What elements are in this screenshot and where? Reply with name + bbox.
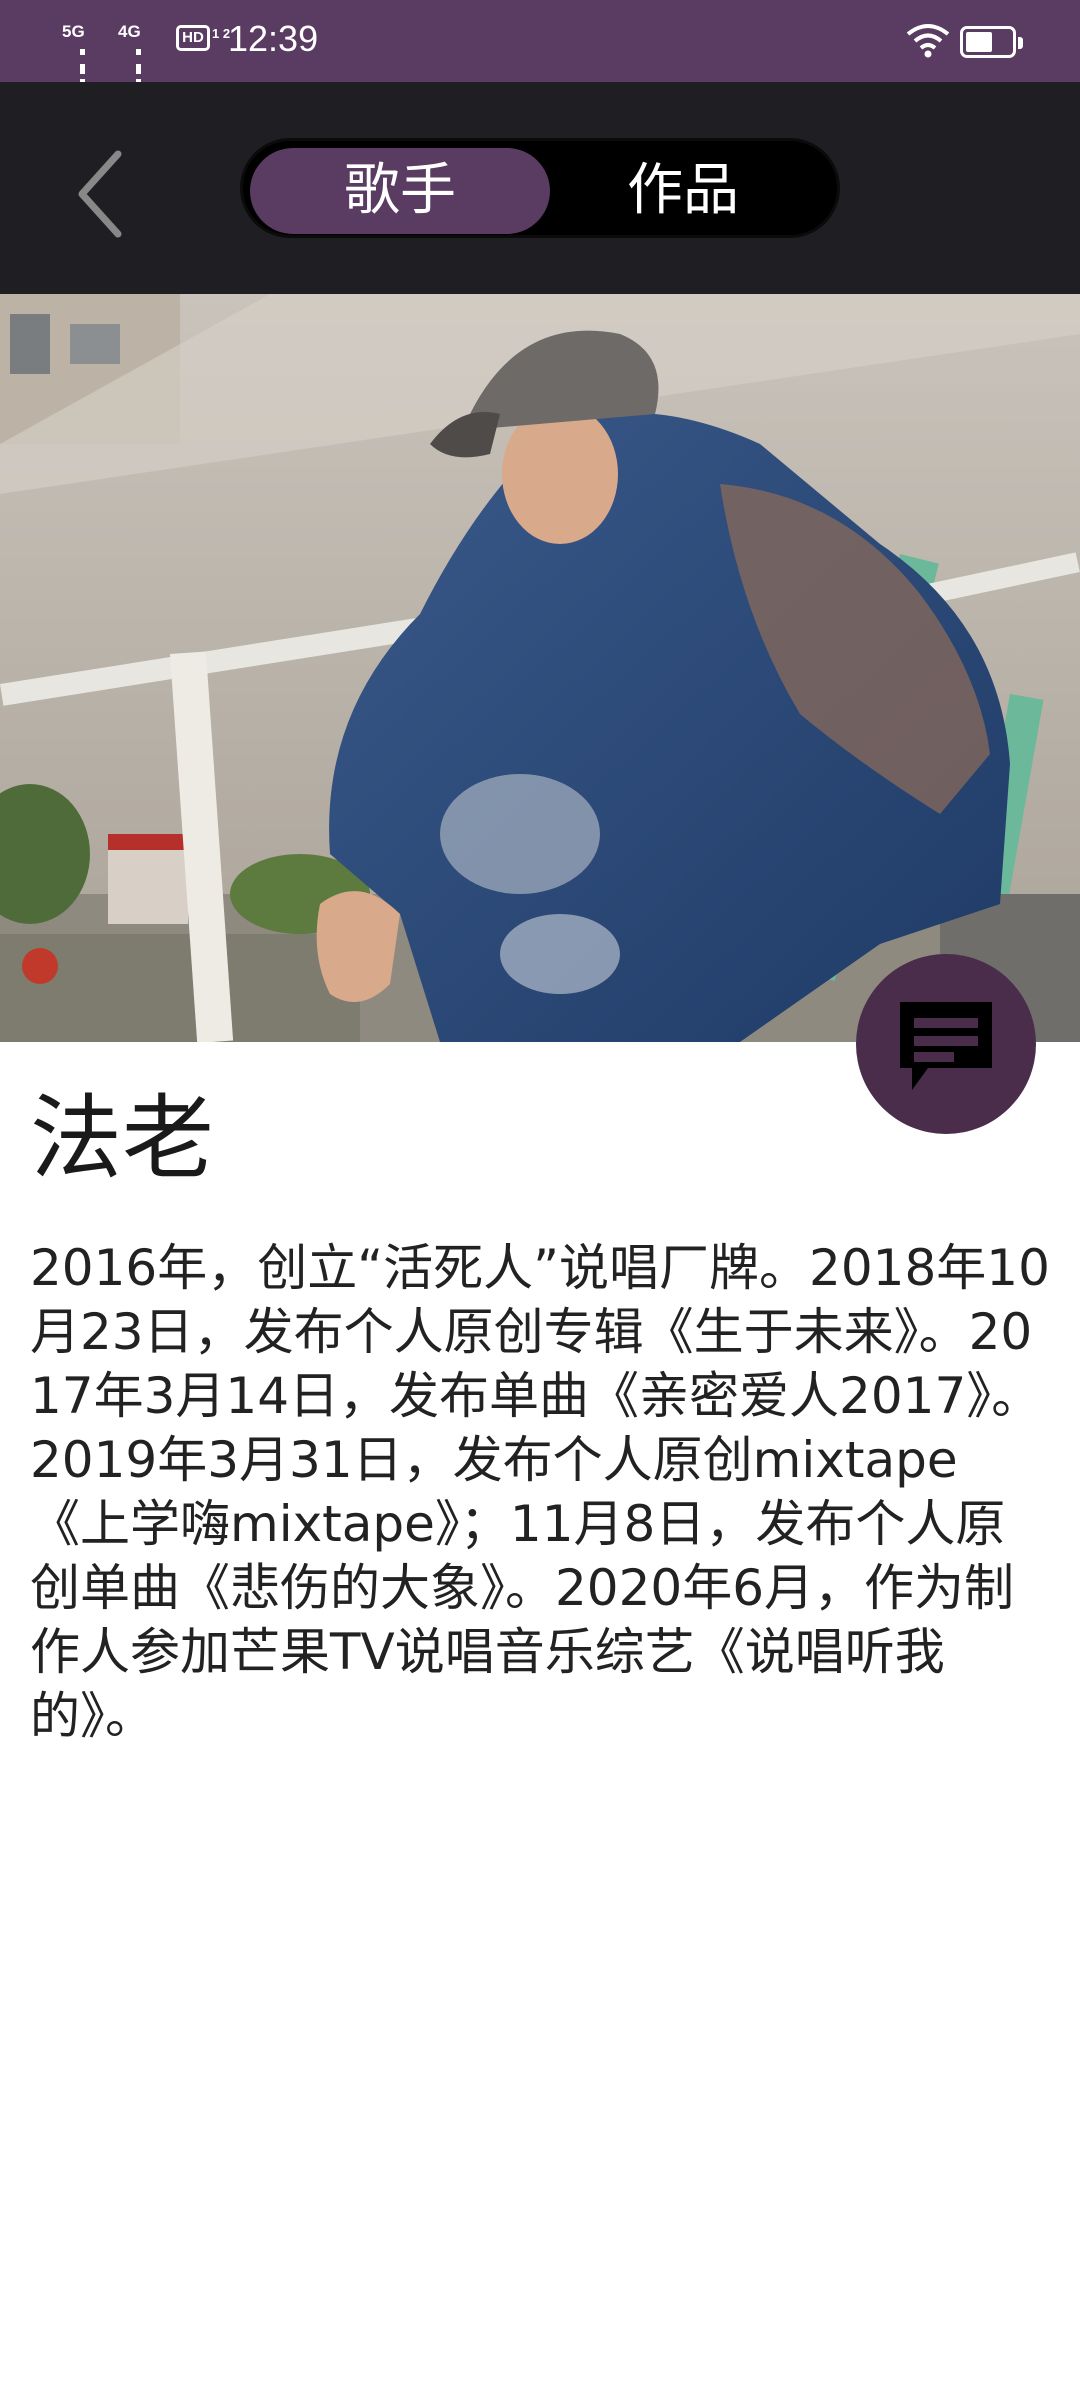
tab-works[interactable]: 作品 <box>533 148 833 234</box>
singer-works-toggle: 歌手 作品 <box>240 138 840 238</box>
battery-level <box>966 32 993 52</box>
battery-icon <box>960 26 1023 58</box>
artist-photo <box>0 294 1080 1042</box>
hd-voice-icon: HD <box>176 25 210 51</box>
wifi-icon <box>906 24 950 58</box>
app-bar: 歌手 作品 <box>0 82 1080 294</box>
tab-singer[interactable]: 歌手 <box>250 148 550 234</box>
status-time: 12:39 <box>228 18 319 59</box>
back-button[interactable] <box>70 144 140 244</box>
comment-icon <box>900 1002 992 1090</box>
status-bar: 5G 4G HD 1 2 12:39 <box>0 0 1080 112</box>
back-arrow-icon <box>78 150 122 238</box>
artist-bio: 2016年，创立“活死人”说唱厂牌。2018年10月23日，发布个人原创专辑《生… <box>30 1239 1050 1745</box>
comment-button[interactable] <box>856 954 1036 1134</box>
artist-name: 法老 <box>30 1085 215 1192</box>
